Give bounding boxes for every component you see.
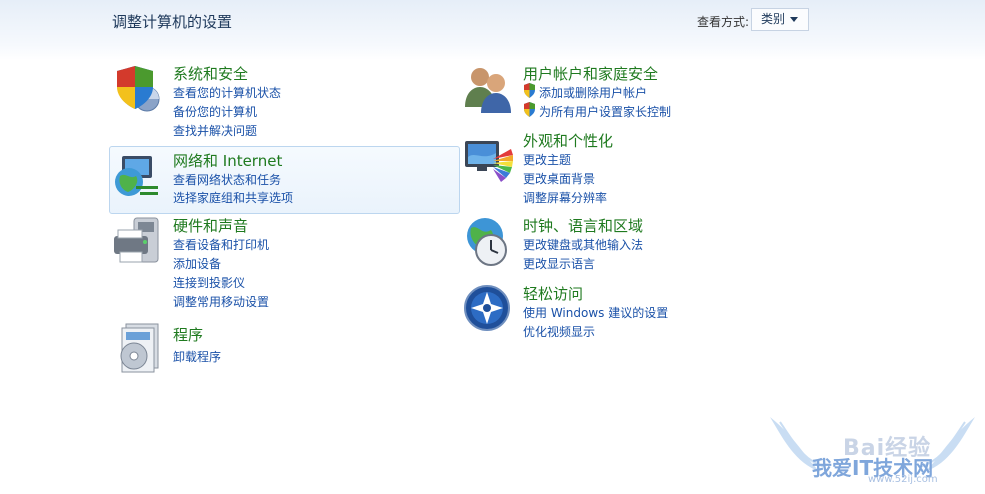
users-icon: [465, 68, 511, 113]
category-system-security: 系统和安全 查看您的计算机状态 备份您的计算机 查找并解决问题: [110, 60, 460, 142]
link-backup-computer[interactable]: 备份您的计算机: [173, 103, 257, 120]
category-title-appearance[interactable]: 外观和个性化: [523, 130, 613, 151]
view-by-value: 类别: [761, 12, 786, 26]
link-network-status[interactable]: 查看网络状态和任务: [173, 171, 281, 188]
ease-of-access-icon: [464, 285, 510, 331]
link-uninstall-program[interactable]: 卸载程序: [173, 348, 221, 365]
monitor-palette-icon: [465, 141, 513, 182]
link-devices-printers[interactable]: 查看设备和打印机: [173, 236, 269, 253]
programs-disc-icon: [120, 323, 159, 373]
link-optimize-display[interactable]: 优化视频显示: [523, 323, 595, 340]
link-keyboard-input[interactable]: 更改键盘或其他输入法: [523, 236, 643, 253]
category-network-internet[interactable]: 网络和 Internet 查看网络状态和任务 选择家庭组和共享选项: [109, 146, 460, 214]
link-change-theme[interactable]: 更改主题: [523, 151, 571, 168]
link-screen-resolution[interactable]: 调整屏幕分辨率: [523, 189, 607, 206]
link-parental-controls[interactable]: 为所有用户设置家长控制: [539, 103, 671, 120]
clock-globe-icon: [467, 218, 507, 266]
category-title-clock-language-region[interactable]: 时钟、语言和区域: [523, 215, 643, 236]
link-add-remove-accounts[interactable]: 添加或删除用户帐户: [539, 84, 647, 101]
link-add-device[interactable]: 添加设备: [173, 255, 221, 272]
shield-icon: [117, 66, 160, 112]
uac-shield-icon: [524, 83, 535, 98]
view-by-label: 查看方式:: [697, 15, 750, 29]
category-appearance: 外观和个性化 更改主题 更改桌面背景 调整屏幕分辨率: [461, 127, 761, 209]
category-title-ease-of-access[interactable]: 轻松访问: [523, 283, 583, 304]
view-by-dropdown[interactable]: 类别: [751, 8, 809, 31]
link-view-computer-status[interactable]: 查看您的计算机状态: [173, 84, 281, 101]
category-title-user-accounts[interactable]: 用户帐户和家庭安全: [523, 63, 658, 84]
link-change-background[interactable]: 更改桌面背景: [523, 170, 595, 187]
link-display-language[interactable]: 更改显示语言: [523, 255, 595, 272]
category-user-accounts: 用户帐户和家庭安全 添加或删除用户帐户 为所有用户设置家长控制: [461, 60, 761, 122]
category-clock-language-region: 时钟、语言和区域 更改键盘或其他输入法 更改显示语言: [461, 214, 761, 276]
chevron-down-icon: [790, 17, 798, 22]
printer-icon: [114, 217, 159, 263]
link-connect-projector[interactable]: 连接到投影仪: [173, 274, 245, 291]
category-title-programs[interactable]: 程序: [173, 324, 203, 345]
category-title-system-security[interactable]: 系统和安全: [173, 63, 248, 84]
link-recommended-settings[interactable]: 使用 Windows 建议的设置: [523, 304, 668, 321]
watermark-url: www.52ij.com: [868, 474, 938, 485]
category-ease-of-access: 轻松访问 使用 Windows 建议的设置 优化视频显示: [461, 282, 761, 344]
link-mobility-settings[interactable]: 调整常用移动设置: [173, 293, 269, 310]
category-title-network-internet[interactable]: 网络和 Internet: [173, 150, 282, 171]
page-title: 调整计算机的设置: [112, 13, 233, 31]
network-globe-icon: [115, 156, 158, 196]
category-title-hardware-sound[interactable]: 硬件和声音: [173, 215, 248, 236]
uac-shield-icon: [524, 102, 535, 117]
link-troubleshoot[interactable]: 查找并解决问题: [173, 122, 257, 139]
category-programs: 程序 卸载程序: [110, 322, 460, 373]
category-hardware-sound: 硬件和声音 查看设备和打印机 添加设备 连接到投影仪 调整常用移动设置: [110, 214, 460, 314]
link-homegroup-sharing[interactable]: 选择家庭组和共享选项: [173, 189, 293, 206]
